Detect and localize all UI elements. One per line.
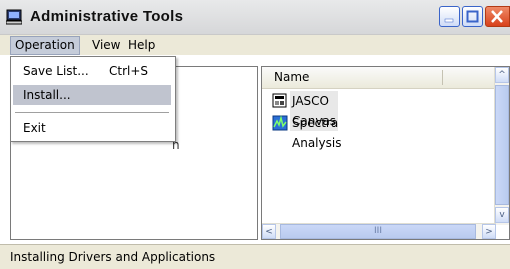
scroll-left-button[interactable]: < xyxy=(262,224,276,239)
menu-separator xyxy=(15,112,169,113)
title-bar: Administrative Tools xyxy=(0,0,510,35)
minimize-button[interactable] xyxy=(439,6,460,27)
menu-item-install[interactable]: Install... xyxy=(13,85,171,105)
menu-item-exit[interactable]: Exit xyxy=(13,118,171,138)
close-icon xyxy=(491,10,503,23)
scroll-down-button[interactable]: v xyxy=(495,207,509,223)
column-name-label: Name xyxy=(274,70,310,84)
menu-view[interactable]: View xyxy=(88,37,124,54)
minimize-icon xyxy=(444,18,454,23)
menu-help[interactable]: Help xyxy=(124,37,159,54)
list-pane[interactable]: Name JASCO Canvas Spectra Analysis ^ v <… xyxy=(261,66,510,240)
scroll-up-button[interactable]: ^ xyxy=(495,67,509,83)
list-item-label: Spectra Analysis xyxy=(292,116,342,150)
menu-item-label: Install... xyxy=(23,88,71,102)
status-bar: Installing Drivers and Applications xyxy=(0,244,510,269)
computer-monitor-icon xyxy=(6,9,22,25)
status-text: Installing Drivers and Applications xyxy=(10,250,216,264)
vertical-scrollbar[interactable]: ^ v xyxy=(494,67,509,225)
spectra-chart-icon xyxy=(272,115,288,131)
horizontal-scrollbar[interactable]: < III > xyxy=(262,223,496,239)
operation-dropdown-menu: Save List... Ctrl+S Install... Exit xyxy=(10,56,176,142)
scroll-right-button[interactable]: > xyxy=(482,224,496,239)
column-divider[interactable] xyxy=(442,70,443,85)
menu-item-label: Save List... xyxy=(23,64,89,78)
menu-item-save-list[interactable]: Save List... Ctrl+S xyxy=(13,61,171,81)
window-title: Administrative Tools xyxy=(30,8,184,25)
horizontal-scroll-thumb[interactable]: III xyxy=(280,224,476,239)
column-header[interactable]: Name xyxy=(262,67,498,89)
maximize-icon xyxy=(466,10,479,23)
vertical-scroll-thumb[interactable] xyxy=(495,85,509,205)
canvas-app-icon xyxy=(272,93,287,108)
maximize-button[interactable] xyxy=(462,6,483,27)
menu-item-label: Exit xyxy=(23,121,46,135)
menu-operation[interactable]: Operation xyxy=(10,36,80,55)
menu-item-shortcut: Ctrl+S xyxy=(109,64,149,78)
menu-bar: Operation View Help xyxy=(0,35,510,55)
close-button[interactable] xyxy=(485,6,510,27)
